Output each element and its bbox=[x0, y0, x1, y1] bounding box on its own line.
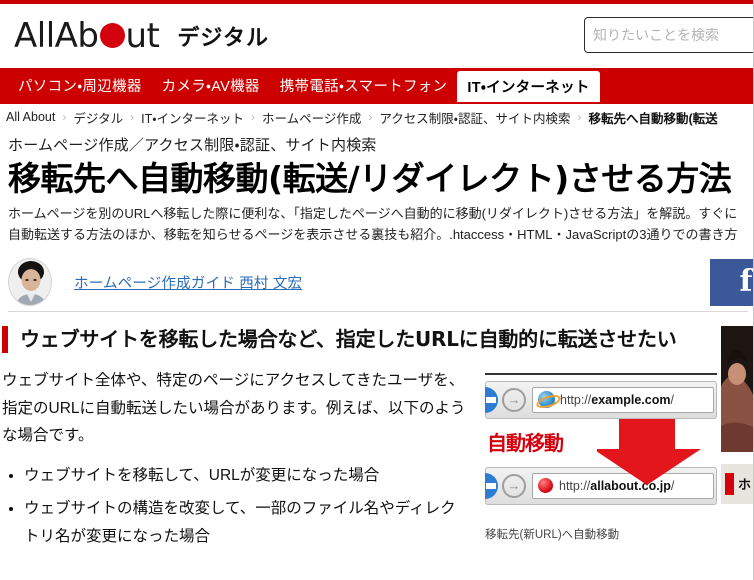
sidebar-heading-block: ホ bbox=[721, 463, 754, 504]
allabout-favicon-icon bbox=[538, 478, 553, 494]
logo-text-start: AllAb bbox=[14, 16, 99, 56]
search-input[interactable] bbox=[593, 27, 754, 43]
breadcrumb: All About › デジタル › IT・インターネット › ホームページ作成… bbox=[0, 104, 754, 130]
redirect-figure: → http://example.com/ → http://allabout.… bbox=[485, 372, 717, 542]
search-box[interactable] bbox=[584, 17, 754, 53]
site-header: AllAb ut デジタル bbox=[0, 4, 754, 68]
author-link[interactable]: ホームページ作成ガイド 西村 文宏 bbox=[74, 272, 302, 293]
right-sidebar: ホ bbox=[721, 325, 754, 556]
avatar bbox=[8, 258, 52, 307]
auto-move-label: 自動移動 bbox=[486, 431, 566, 456]
breadcrumb-separator-icon: › bbox=[577, 110, 582, 124]
logo-dot-icon bbox=[99, 23, 125, 48]
logo-subtitle: デジタル bbox=[177, 25, 269, 50]
main-column: ウェブサイトを移転した場合など、指定したURLに自動的に転送させたい → htt… bbox=[2, 325, 717, 556]
breadcrumb-item-digital[interactable]: デジタル bbox=[73, 108, 123, 127]
nav-item-pc[interactable]: パソコン・周辺機器 bbox=[8, 68, 152, 102]
share-facebook-button[interactable]: f bbox=[710, 258, 754, 306]
article-kicker: ホームページ作成／アクセス制限・認証、サイト内検索 bbox=[8, 137, 377, 154]
sidebar-promo-image[interactable] bbox=[721, 325, 754, 452]
breadcrumb-item-all-about[interactable]: All About bbox=[6, 110, 55, 124]
nav-item-camera[interactable]: カメラ・AV機器 bbox=[152, 68, 270, 102]
avatar-photo bbox=[9, 259, 51, 306]
category-nav: パソコン・周辺機器 カメラ・AV機器 携帯電話・スマートフォン IT・インターネ… bbox=[0, 68, 754, 104]
breadcrumb-item-it-internet[interactable]: IT・インターネット bbox=[141, 108, 244, 127]
browser-forward-icon: → bbox=[502, 473, 526, 498]
nav-item-it-internet[interactable]: IT・インターネット bbox=[457, 71, 600, 102]
article-header: ホームページ作成／アクセス制限・認証、サイト内検索 移転先へ自動移動(転送/リダ… bbox=[0, 134, 754, 312]
content-area: ウェブサイトを移転した場合など、指定したURLに自動的に転送させたい → htt… bbox=[0, 325, 754, 556]
internet-explorer-icon bbox=[538, 391, 555, 409]
section-heading: ウェブサイトを移転した場合など、指定したURLに自動的に転送させたい bbox=[2, 325, 717, 353]
breadcrumb-separator-icon: › bbox=[250, 110, 255, 124]
facebook-icon: f bbox=[739, 264, 753, 300]
breadcrumb-separator-icon: › bbox=[130, 110, 135, 124]
logo-wordmark: AllAb ut bbox=[14, 16, 160, 56]
section-body: → http://example.com/ → http://allabout.… bbox=[2, 367, 717, 550]
down-arrow-icon bbox=[597, 418, 701, 485]
author-row: ホームページ作成ガイド 西村 文宏 f bbox=[8, 254, 754, 312]
page-title: 移転先へ自動移動(転送/リダイレクト)させる方法 bbox=[8, 159, 732, 198]
sidebar-promo-thumbnail bbox=[721, 325, 754, 452]
url-bar-old: http://example.com/ bbox=[532, 386, 714, 413]
sidebar-heading-text: ホ bbox=[738, 477, 752, 493]
breadcrumb-item-access-control[interactable]: アクセス制限・認証、サイト内検索 bbox=[379, 108, 570, 127]
browser-back-icon bbox=[485, 386, 498, 413]
browser-bar-old: → http://example.com/ bbox=[485, 380, 717, 419]
sidebar-accent-bar bbox=[725, 472, 734, 495]
page-root: AllAbut デジタル パソコン・周辺機器 カメラ・AV機器 携帯電話・スマー… bbox=[0, 0, 754, 580]
url-text-old: http://example.com/ bbox=[560, 392, 674, 407]
browser-back-icon bbox=[485, 472, 498, 499]
breadcrumb-item-homepage[interactable]: ホームページ作成 bbox=[262, 108, 361, 127]
figure-caption: 移転先(新URL)へ自動移動 bbox=[485, 528, 620, 541]
breadcrumb-separator-icon: › bbox=[62, 110, 67, 124]
redirect-figure-image: → http://example.com/ → http://allabout.… bbox=[485, 380, 717, 521]
nav-item-mobile[interactable]: 携帯電話・スマートフォン bbox=[270, 68, 458, 102]
site-logo[interactable]: AllAb ut デジタル bbox=[14, 19, 269, 53]
browser-forward-icon: → bbox=[502, 387, 526, 412]
article-lede: ホームページを別のURLへ移転した際に便利な、「指定したページへ自動的に移動(リ… bbox=[8, 205, 738, 242]
breadcrumb-item-current: 移転先へ自動移動(転送 bbox=[588, 111, 718, 126]
breadcrumb-separator-icon: › bbox=[368, 110, 373, 124]
logo-text-end: ut bbox=[125, 16, 160, 56]
